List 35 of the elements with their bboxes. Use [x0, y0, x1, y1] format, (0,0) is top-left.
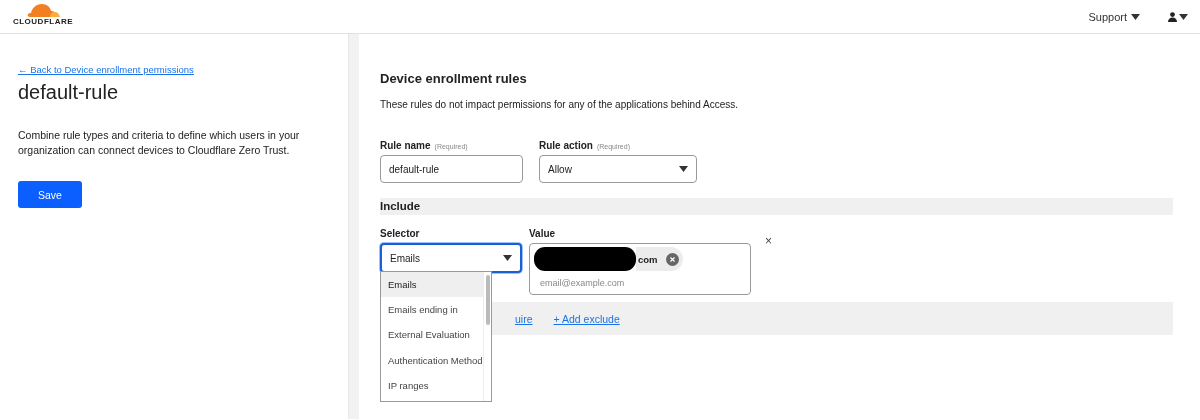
support-menu[interactable]: Support	[1088, 10, 1140, 23]
caret-icon	[503, 255, 512, 261]
add-link[interactable]: uire	[515, 312, 533, 325]
include-header: Include	[380, 198, 1173, 215]
value-field[interactable]: com email@example.com	[529, 243, 751, 295]
menu-option[interactable]: IP ranges	[381, 372, 483, 398]
caret-icon	[1131, 13, 1140, 20]
user-icon	[1168, 11, 1177, 22]
caret-icon	[679, 166, 688, 172]
field-label: Rule action	[539, 140, 593, 151]
remove-chip-icon[interactable]	[665, 252, 679, 266]
section-subtitle: These rules do not impact permissions for any of the applications behind Access.	[380, 99, 739, 110]
menu-option[interactable]: Authentication Method	[381, 347, 483, 373]
rule-name-field[interactable]: default-rule	[380, 155, 523, 183]
remove-button[interactable]: ×	[765, 234, 772, 248]
cloud-icon	[26, 1, 60, 17]
scrollbar-thumb[interactable]	[485, 275, 490, 325]
menu-option[interactable]: External Evaluation	[381, 322, 483, 348]
rule-action-dropdown[interactable]: Allow	[539, 155, 697, 183]
logo-text: CLOUDFLARE	[12, 16, 74, 26]
field-label: Selector	[380, 228, 420, 239]
section-heading: Device enrollment rules	[380, 71, 528, 86]
field-label: Value	[529, 228, 556, 239]
add-link[interactable]: + Add exclude	[553, 312, 620, 325]
menu-option[interactable]: Emails	[381, 272, 483, 298]
page-description: Combine rule types and criteria to define which users in your organization can connect devices to Cloudflare Zero Trust.	[18, 128, 301, 158]
caret-icon	[1179, 13, 1188, 20]
user-menu[interactable]	[1168, 11, 1188, 22]
page-title: default-rule	[18, 81, 120, 104]
back-link[interactable]: ← Back to Device enrollment permissions	[18, 64, 194, 75]
email-text: com	[638, 253, 658, 265]
save-button[interactable]: Save	[18, 181, 82, 208]
menu-option[interactable]: Emails ending in	[381, 297, 483, 323]
field-label: Rule name	[380, 140, 431, 151]
selector-dropdown[interactable]: Emails	[380, 243, 522, 273]
